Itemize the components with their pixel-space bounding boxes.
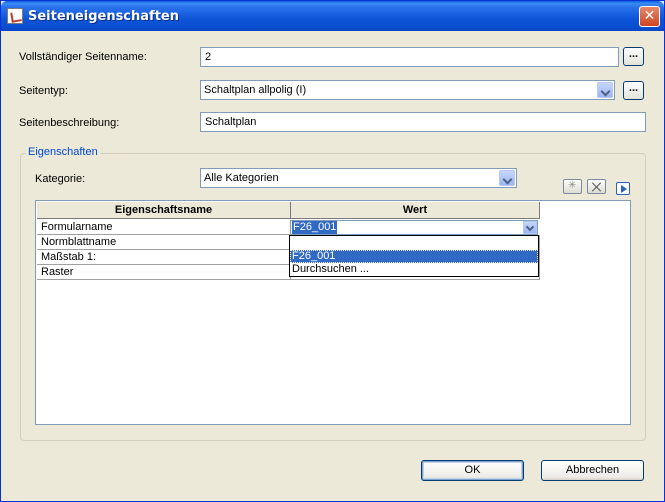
window-title: Seiteneigenschaften — [28, 9, 179, 24]
full-name-field[interactable]: 2 — [200, 47, 619, 67]
delete-icon[interactable] — [587, 179, 606, 194]
app-icon — [7, 8, 23, 24]
chevron-down-icon[interactable] — [597, 82, 613, 98]
description-field[interactable]: Schaltplan — [200, 112, 646, 132]
page-type-select[interactable]: Schaltplan allpolig (I) — [200, 80, 615, 100]
table-row-name[interactable]: Raster — [37, 265, 291, 280]
full-name-label: Vollständiger Seitenname: — [19, 51, 147, 63]
table-row-name[interactable]: Formularname — [37, 220, 291, 235]
page-type-browse-button[interactable]: ... — [623, 81, 644, 100]
formular-value-text: F26_001 — [292, 221, 338, 234]
dialog-window: Seiteneigenschaften ✕ Vollständiger Seit… — [0, 0, 665, 502]
dropdown-option-f26-001[interactable]: F26_001 — [290, 250, 538, 263]
new-icon[interactable] — [563, 179, 582, 194]
column-header-value[interactable]: Wert — [291, 202, 540, 219]
table-row-name[interactable]: Normblattname — [37, 235, 291, 250]
page-type-label: Seitentyp: — [19, 85, 68, 97]
chevron-down-icon[interactable] — [499, 170, 515, 186]
page-type-value: Schaltplan allpolig (I) — [204, 84, 307, 96]
category-value: Alle Kategorien — [204, 172, 279, 184]
formular-dropdown-list: F26_001 Durchsuchen ... — [289, 235, 539, 277]
properties-group-title: Eigenschaften — [26, 146, 100, 158]
dropdown-option-empty[interactable] — [290, 237, 538, 250]
full-name-browse-button[interactable]: ... — [623, 47, 644, 66]
column-header-name[interactable]: Eigenschaftsname — [37, 202, 291, 219]
play-icon[interactable] — [616, 182, 630, 195]
cancel-button[interactable]: Abbrechen — [541, 460, 644, 481]
description-label: Seitenbeschreibung: — [19, 117, 120, 129]
category-label: Kategorie: — [35, 173, 86, 185]
table-row-name[interactable]: Maßstab 1: — [37, 250, 291, 265]
title-bar[interactable]: Seiteneigenschaften ✕ — [1, 1, 664, 31]
category-select[interactable]: Alle Kategorien — [200, 168, 517, 188]
close-button[interactable]: ✕ — [639, 6, 660, 27]
chevron-down-icon[interactable] — [523, 221, 537, 234]
dropdown-option-browse[interactable]: Durchsuchen ... — [290, 263, 538, 276]
ok-button[interactable]: OK — [421, 460, 524, 481]
formular-value-combo[interactable]: F26_001 — [290, 220, 538, 235]
